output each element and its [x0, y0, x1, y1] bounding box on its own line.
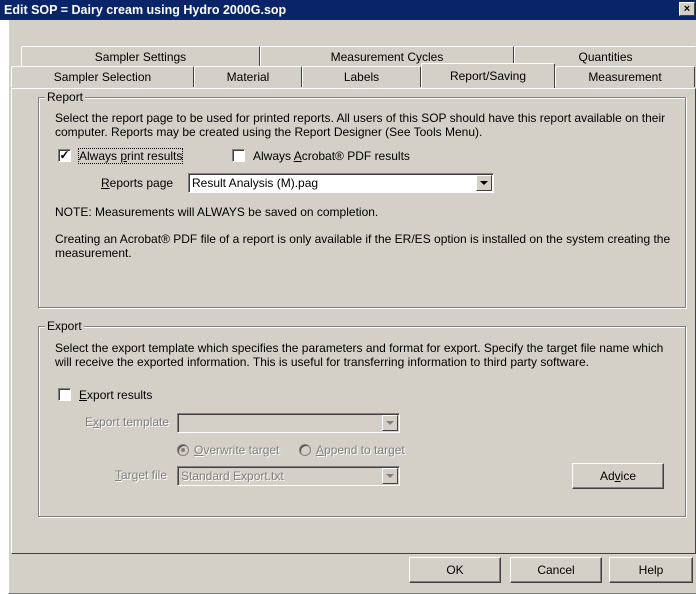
- edit-sop-dialog: Sampler Settings Measurement Cycles Quan…: [8, 20, 696, 594]
- tab-material[interactable]: Material: [194, 66, 302, 87]
- pdf-note: Creating an Acrobat® PDF file of a repor…: [55, 232, 671, 260]
- export-results-label[interactable]: Export results: [79, 388, 152, 402]
- overwrite-target-radio[interactable]: [177, 444, 189, 456]
- target-file-select[interactable]: Standard Export.txt: [177, 466, 400, 486]
- title-bar: Edit SOP = Dairy cream using Hydro 2000G…: [0, 0, 696, 20]
- tab-measurement[interactable]: Measurement: [555, 66, 695, 87]
- always-print-label[interactable]: Always print results: [77, 148, 184, 164]
- always-pdf-checkbox[interactable]: [232, 149, 245, 162]
- target-file-value: Standard Export.txt: [181, 469, 284, 483]
- export-legend: Export: [45, 319, 84, 333]
- report-group: Report Select the report page to be used…: [38, 90, 686, 308]
- cancel-button[interactable]: Cancel: [510, 557, 602, 583]
- tab-labels[interactable]: Labels: [302, 66, 421, 87]
- save-note: NOTE: Measurements will ALWAYS be saved …: [55, 205, 379, 219]
- export-description: Select the export template which specifi…: [55, 341, 664, 369]
- export-template-label: Export template: [85, 415, 170, 429]
- tab-report-saving[interactable]: Report/Saving: [421, 63, 555, 88]
- ok-button[interactable]: OK: [409, 557, 501, 583]
- report-description: Select the report page to be used for pr…: [55, 111, 666, 139]
- reports-page-label: Reports page: [101, 176, 174, 190]
- chevron-down-icon[interactable]: [476, 175, 492, 191]
- window-title: Edit SOP = Dairy cream using Hydro 2000G…: [4, 3, 287, 17]
- help-button[interactable]: Help: [609, 557, 693, 583]
- append-target-label[interactable]: Append to target: [316, 443, 405, 457]
- always-print-checkbox[interactable]: ✓: [58, 149, 71, 162]
- report-legend: Report: [45, 90, 86, 104]
- reports-page-value: Result Analysis (M).pag: [192, 176, 319, 190]
- export-results-checkbox[interactable]: [58, 388, 71, 401]
- overwrite-target-label[interactable]: Overwrite target: [194, 443, 279, 457]
- chevron-down-icon[interactable]: [382, 415, 398, 431]
- export-group: Export Select the export template which …: [38, 319, 686, 517]
- reports-page-select[interactable]: Result Analysis (M).pag: [188, 173, 494, 193]
- chevron-down-icon[interactable]: [382, 468, 398, 484]
- tab-sampler-settings[interactable]: Sampler Settings: [21, 46, 260, 67]
- advice-button[interactable]: Ad v ice: [572, 463, 664, 489]
- close-icon[interactable]: ×: [679, 2, 695, 16]
- target-file-label: Target file: [115, 468, 168, 482]
- export-template-select[interactable]: [177, 413, 400, 433]
- tab-panel: Report Select the report page to be used…: [11, 88, 696, 554]
- append-target-radio[interactable]: [299, 444, 311, 456]
- always-pdf-label[interactable]: Always Acrobat® PDF results: [253, 149, 410, 163]
- tab-sampler-selection[interactable]: Sampler Selection: [11, 66, 194, 87]
